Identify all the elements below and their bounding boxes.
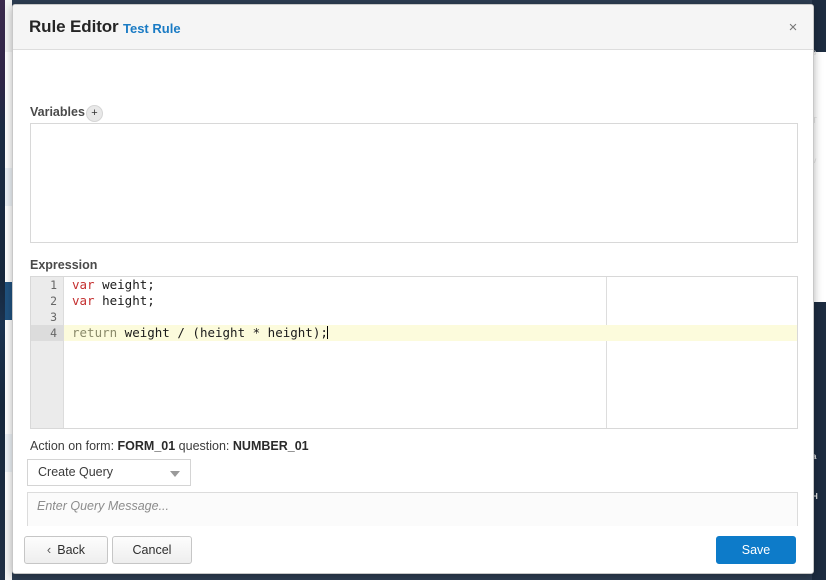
background-content-strip [5, 0, 12, 580]
action-type-value: Create Query [38, 465, 114, 479]
dialog-header: Rule Editor Test Rule × [13, 5, 813, 50]
code-text: height; [94, 293, 155, 308]
action-question-name: NUMBER_01 [232, 439, 309, 453]
action-type-select[interactable]: Create Query [27, 459, 191, 486]
dialog-footer: ‹ Back Cancel Save [13, 526, 813, 573]
action-prefix: Action on form: [30, 439, 118, 453]
editor-code-area[interactable]: var weight; var height; return weight / … [64, 277, 797, 428]
action-middle: question: [175, 439, 233, 453]
chevron-down-icon [170, 471, 180, 477]
code-text: weight / (height * height); [117, 325, 328, 340]
dialog-body: Variables + Expression 1 2 3 4 var weigh… [13, 50, 813, 569]
close-icon[interactable]: × [784, 19, 802, 37]
action-on-form-label: Action on form: FORM_01 question: NUMBER… [30, 439, 309, 453]
screen: s T v a H Rule Editor Test Rule × Variab… [0, 0, 826, 580]
code-text: weight; [94, 277, 155, 292]
text-cursor [326, 326, 328, 339]
back-button-label: Back [57, 543, 86, 557]
add-variable-button[interactable]: + [86, 105, 103, 122]
action-form-name: FORM_01 [117, 439, 176, 453]
line-number: 2 [50, 294, 57, 308]
query-message-placeholder: Enter Query Message... [37, 499, 170, 513]
line-number: 1 [50, 278, 57, 292]
code-keyword: return [72, 325, 118, 340]
test-rule-link[interactable]: Test Rule [123, 21, 181, 36]
page-title: Rule Editor [29, 17, 119, 36]
cancel-button[interactable]: Cancel [112, 536, 192, 564]
code-keyword: var [72, 293, 95, 308]
code-line-active: return weight / (height * height); [64, 325, 797, 341]
code-line: var weight; [64, 277, 797, 293]
variables-panel[interactable] [30, 123, 798, 243]
save-button[interactable]: Save [716, 536, 796, 564]
line-number: 3 [50, 310, 57, 324]
expression-label: Expression [30, 258, 98, 272]
line-number: 4 [31, 325, 63, 341]
expression-code-editor[interactable]: 1 2 3 4 var weight; var height; return w… [30, 276, 798, 429]
chevron-left-icon: ‹ [46, 542, 52, 557]
code-keyword: var [72, 277, 95, 292]
rule-editor-dialog: Rule Editor Test Rule × Variables + Expr… [12, 4, 814, 574]
variables-label: Variables [30, 105, 85, 119]
background-right-panel: s T v a H [812, 0, 826, 580]
code-line: var height; [64, 293, 797, 309]
editor-gutter: 1 2 3 4 [31, 277, 64, 428]
back-button[interactable]: ‹ Back [24, 536, 108, 564]
